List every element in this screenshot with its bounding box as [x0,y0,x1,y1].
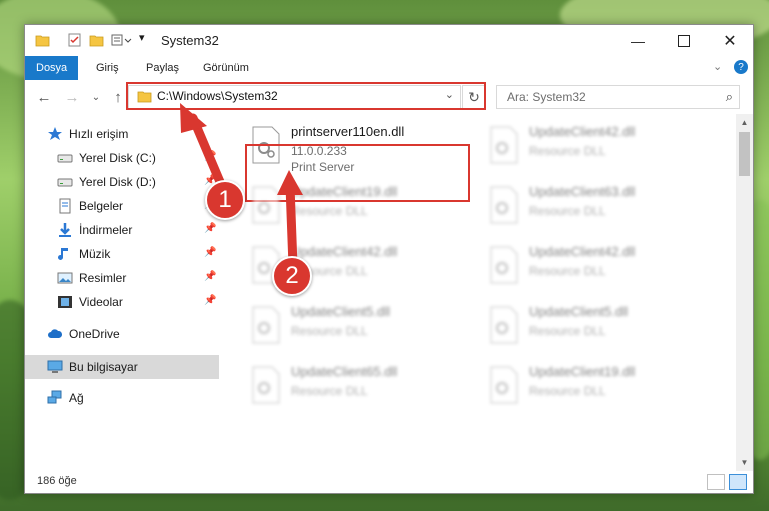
step-1-badge: 1 [205,180,245,220]
step-2-badge: 2 [272,256,312,296]
annotation-arrows [180,103,303,271]
